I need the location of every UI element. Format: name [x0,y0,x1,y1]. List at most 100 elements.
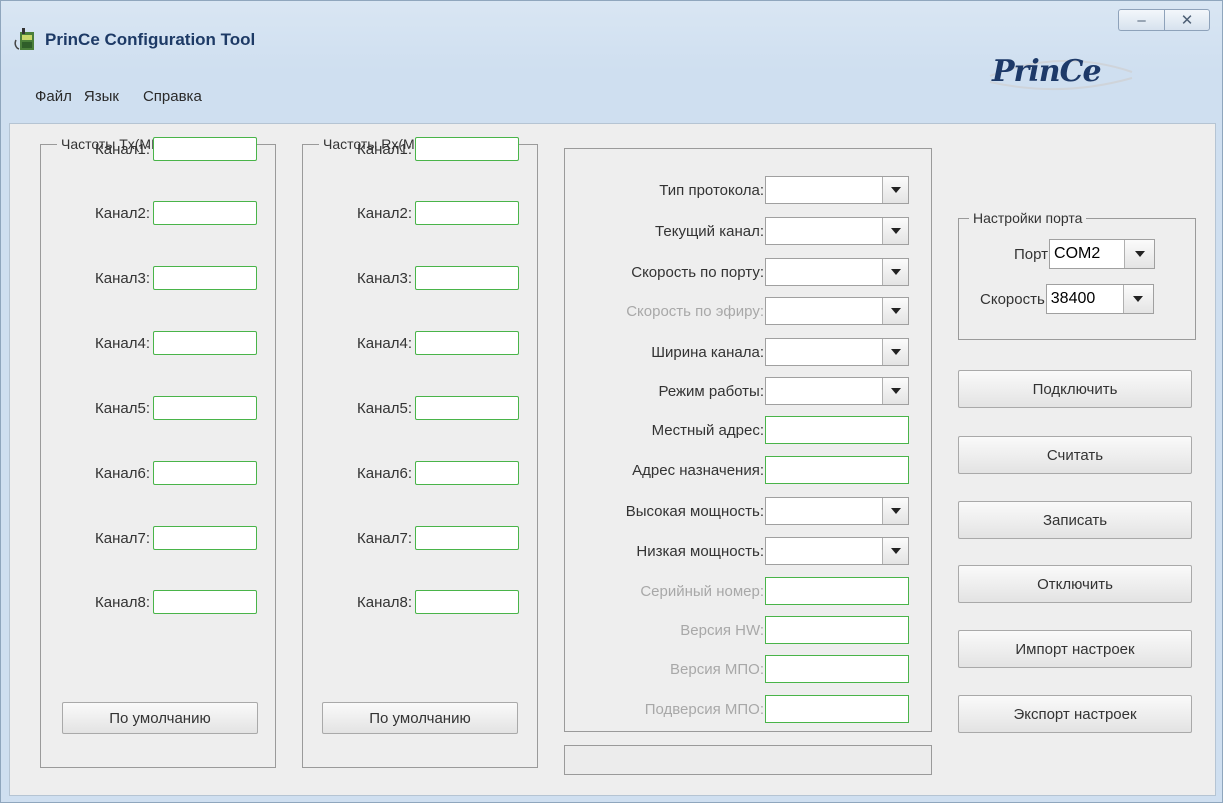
tx-channel-row: Канал7: [70,526,257,550]
chevron-down-icon[interactable] [882,378,908,404]
tx-channel-label: Канал4: [95,334,150,352]
hw-version-input[interactable] [765,616,909,644]
rx-channel-3-input[interactable] [415,266,519,290]
chevron-down-icon[interactable] [1122,285,1153,313]
sw-subversion-input[interactable] [765,695,909,723]
hw-version-row: Версия HW: [568,616,909,644]
sw-subversion-label: Подверсия МПО: [644,700,764,718]
port-settings-title: Настройки порта [973,210,1083,226]
rx-channel-6-input[interactable] [415,461,519,485]
port-speed-select[interactable] [765,258,909,286]
chevron-down-icon[interactable] [882,538,908,564]
menu-bar: Файл Язык Справка [9,88,202,105]
tx-channel-row: Канал3: [70,266,257,290]
port-select[interactable]: COM2 [1049,239,1156,269]
import-settings-button[interactable]: Импорт настроек [958,630,1192,668]
high-power-row: Высокая мощность: [568,497,909,525]
minimize-icon: – [1137,11,1146,29]
tx-channel-4-input[interactable] [153,331,257,355]
tx-channel-6-input[interactable] [153,461,257,485]
chevron-down-icon[interactable] [882,259,908,285]
destination-address-input[interactable] [765,456,909,484]
hw-version-label: Версия HW: [680,621,764,639]
sw-version-label: Версия МПО: [670,660,764,678]
tx-channel-row: Канал2: [70,201,257,225]
sw-version-row: Версия МПО: [568,655,909,683]
tx-channel-label: Канал5: [95,399,150,417]
tx-default-button[interactable]: По умолчанию [62,702,258,734]
local-address-input[interactable] [765,416,909,444]
rx-channel-2-input[interactable] [415,201,519,225]
rx-channel-7-input[interactable] [415,526,519,550]
minimize-button[interactable]: – [1118,9,1164,31]
export-settings-button[interactable]: Экспорт настроек [958,695,1192,733]
speed-select[interactable]: 38400 [1045,284,1154,314]
sw-version-input[interactable] [765,655,909,683]
channel-width-select[interactable] [765,338,909,366]
work-mode-row: Режим работы: [568,377,909,405]
tx-channel-1-input[interactable] [153,137,257,161]
chevron-down-icon[interactable] [882,218,908,244]
current-channel-row: Текущий канал: [568,217,909,245]
chevron-down-icon[interactable] [882,298,908,324]
rx-channel-label: Канал7: [357,529,412,547]
destination-address-label: Адрес назначения: [632,461,764,479]
chevron-down-icon[interactable] [882,177,908,203]
tx-channel-5-input[interactable] [153,396,257,420]
menu-help[interactable]: Справка [143,88,202,105]
chevron-down-icon[interactable] [1124,240,1155,268]
tx-channel-label: Канал2: [95,204,150,222]
rx-frequencies-group: Частоты Rx(МГц) [302,136,538,768]
protocol-type-row: Тип протокола: [568,176,909,204]
local-address-label: Местный адрес: [651,421,764,439]
chevron-down-icon[interactable] [882,339,908,365]
speed-value: 38400 [1050,290,1096,307]
speed-label: Скорость [980,290,1045,308]
channel-width-label: Ширина канала: [651,343,764,361]
connect-button[interactable]: Подключить [958,370,1192,408]
tx-channel-row: Канал4: [70,331,257,355]
rx-channel-8-input[interactable] [415,590,519,614]
rx-channel-row: Канал4: [332,331,519,355]
rx-channel-4-input[interactable] [415,331,519,355]
rx-channel-label: Канал6: [357,464,412,482]
write-button[interactable]: Записать [958,501,1192,539]
read-button[interactable]: Считать [958,436,1192,474]
work-mode-select[interactable] [765,377,909,405]
port-value: COM2 [1054,245,1101,262]
tx-channel-3-input[interactable] [153,266,257,290]
air-speed-select[interactable] [765,297,909,325]
tx-channel-2-input[interactable] [153,201,257,225]
high-power-select[interactable] [765,497,909,525]
disconnect-button[interactable]: Отключить [958,565,1192,603]
local-address-row: Местный адрес: [568,416,909,444]
high-power-label: Высокая мощность: [625,502,764,520]
tx-channel-label: Канал3: [95,269,150,287]
rx-default-button[interactable]: По умолчанию [322,702,518,734]
protocol-type-select[interactable] [765,176,909,204]
serial-number-input[interactable] [765,577,909,605]
window-controls: – ✕ [1118,9,1210,31]
rx-channel-5-input[interactable] [415,396,519,420]
app-icon [14,28,34,50]
tx-channel-row: Канал5: [70,396,257,420]
rx-channel-row: Канал1: [332,137,519,161]
port-speed-row: Скорость по порту: [568,258,909,286]
channel-width-row: Ширина канала: [568,338,909,366]
current-channel-select[interactable] [765,217,909,245]
rx-channel-label: Канал5: [357,399,412,417]
chevron-down-icon[interactable] [882,498,908,524]
rx-channel-1-input[interactable] [415,137,519,161]
tx-channel-8-input[interactable] [153,590,257,614]
current-channel-label: Текущий канал: [655,222,764,240]
rx-channel-row: Канал6: [332,461,519,485]
tx-channel-row: Канал1: [70,137,257,161]
low-power-select[interactable] [765,537,909,565]
window-title: PrinCe Configuration Tool [45,30,256,49]
tx-channel-7-input[interactable] [153,526,257,550]
menu-file[interactable]: Файл [35,88,72,105]
rx-channel-row: Канал3: [332,266,519,290]
prince-logo: PrinCe [992,54,1102,89]
close-button[interactable]: ✕ [1164,9,1210,31]
menu-language[interactable]: Язык [84,88,119,105]
